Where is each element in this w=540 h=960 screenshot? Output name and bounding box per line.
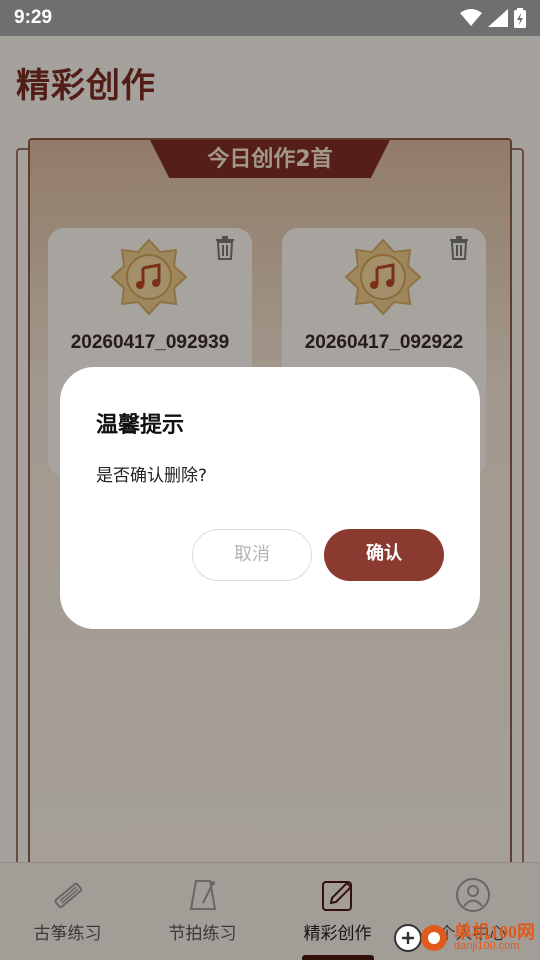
status-bar: 9:29 [0, 0, 540, 36]
wifi-icon [460, 9, 482, 26]
dialog-message: 是否确认删除? [96, 466, 208, 486]
cancel-button[interactable]: 取消 [192, 529, 312, 581]
watermark-url: danji100.com [454, 940, 520, 952]
confirm-delete-dialog: 温馨提示 是否确认删除? 取消 确认 [60, 367, 480, 629]
battery-icon [514, 8, 526, 28]
dialog-title: 温馨提示 [96, 413, 185, 438]
signal-icon [488, 9, 508, 27]
watermark-logo-icon [394, 924, 447, 952]
confirm-button[interactable]: 确认 [324, 529, 444, 581]
status-time: 9:29 [14, 7, 53, 28]
status-icons [460, 8, 526, 28]
watermark: 单机100网 danji100.com [392, 916, 540, 956]
